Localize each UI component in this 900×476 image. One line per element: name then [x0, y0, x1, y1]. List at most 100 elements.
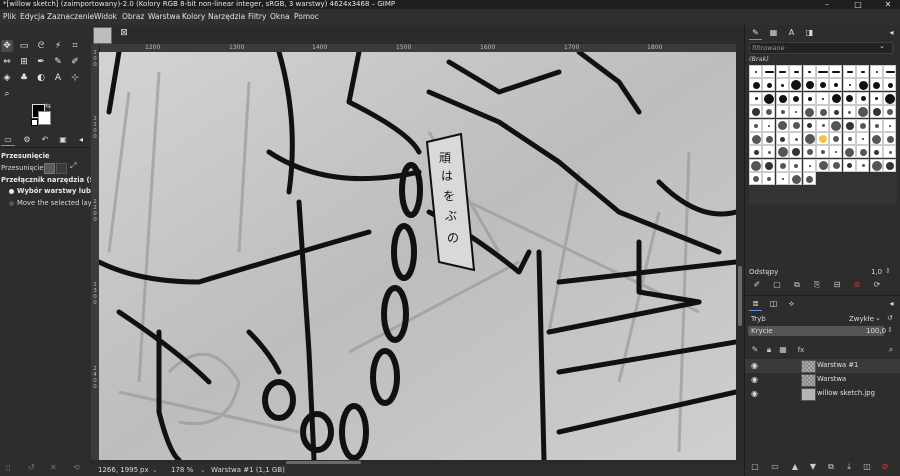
brush-item[interactable] [789, 78, 803, 92]
brush-item[interactable] [842, 118, 856, 132]
brush-item[interactable] [789, 91, 803, 105]
brush-item[interactable] [842, 91, 856, 105]
unit-select[interactable]: px [140, 464, 149, 476]
brush-item[interactable] [883, 105, 896, 119]
close-window-button[interactable]: ✕ [878, 0, 898, 9]
brush-item[interactable] [802, 91, 816, 105]
paths-icon[interactable]: ✒ [35, 56, 47, 68]
opacity-slider[interactable]: Krycie 100,0 [748, 326, 886, 336]
brush-item[interactable] [829, 65, 843, 78]
brush-item[interactable] [869, 91, 883, 105]
brush-item[interactable] [816, 91, 829, 105]
menu-warstwa[interactable]: Warstwa [148, 9, 180, 25]
brush-item[interactable] [749, 172, 762, 186]
brush-item[interactable] [775, 105, 789, 119]
new-layer-icon[interactable]: ▢ [749, 461, 761, 473]
brush-item[interactable] [762, 118, 776, 132]
dock-menu-icon[interactable]: ◂ [885, 26, 898, 39]
brush-item[interactable] [842, 132, 856, 145]
brush-item[interactable] [802, 78, 816, 92]
brush-item[interactable] [762, 132, 776, 145]
mode-reset-icon[interactable]: ↺ [887, 314, 893, 322]
transform-icon[interactable]: ⇔ [1, 56, 13, 68]
brush-item[interactable] [749, 65, 762, 78]
rect-select-icon[interactable]: ▭ [18, 40, 30, 52]
brush-item[interactable] [816, 158, 829, 172]
brush-item[interactable] [869, 118, 883, 132]
brush-item[interactable] [829, 145, 843, 159]
restore-preset-icon[interactable]: ↺ [28, 463, 35, 472]
brush-item[interactable] [789, 118, 803, 132]
crop-icon[interactable]: ⌗ [69, 40, 81, 52]
bucket-fill-icon[interactable]: ◈ [1, 72, 13, 84]
brush-item[interactable] [762, 145, 776, 159]
brush-filter-input[interactable]: filtrowane [749, 42, 893, 54]
spacing-value[interactable]: 1,0 [871, 268, 882, 276]
brush-item[interactable] [856, 105, 870, 119]
duplicate-brush-icon[interactable]: ⧉ [791, 279, 803, 291]
brush-item[interactable] [762, 78, 776, 92]
layer-row[interactable]: ◉ willow sketch.jpg [745, 387, 900, 401]
brush-item[interactable] [869, 78, 883, 92]
brush-item[interactable] [829, 105, 843, 119]
brush-item[interactable] [762, 172, 776, 186]
menu-okna[interactable]: Okna [270, 9, 290, 25]
brush-item[interactable] [856, 132, 870, 145]
delete-brush-icon[interactable]: ⊘ [851, 279, 863, 291]
zoom-select[interactable]: 178 % [171, 464, 193, 476]
brush-item[interactable] [856, 65, 870, 78]
brush-item[interactable] [829, 132, 843, 145]
brush-item[interactable] [802, 158, 816, 172]
brush-item[interactable] [775, 91, 789, 105]
lock-pixels-icon[interactable]: ✎ [749, 344, 761, 356]
lock-alpha-icon[interactable]: ▦ [777, 344, 789, 356]
layer-name[interactable]: willow sketch.jpg [817, 389, 875, 397]
radio-pick-layer[interactable] [9, 189, 14, 194]
brush-item[interactable] [789, 105, 803, 119]
edit-brush-icon[interactable]: ✐ [751, 279, 763, 291]
spacing-stepper-icon[interactable]: ⇕ [885, 267, 891, 275]
mode-select[interactable]: Zwykłe [849, 315, 874, 323]
brush-item[interactable] [856, 158, 870, 172]
brush-item[interactable] [829, 78, 843, 92]
tab-fonts-icon[interactable]: A [785, 26, 798, 39]
paintbrush-icon[interactable]: ✎ [52, 56, 64, 68]
minimize-button[interactable]: – [817, 0, 837, 9]
zoom-tool-icon[interactable]: ⌕ [1, 88, 13, 100]
brush-item[interactable] [869, 145, 883, 159]
layer-mask-icon[interactable]: ◫ [861, 461, 873, 473]
brush-item[interactable] [816, 145, 829, 159]
brush-item[interactable] [829, 91, 843, 105]
brush-item[interactable] [762, 91, 776, 105]
smudge-icon[interactable]: ♣ [18, 72, 30, 84]
swap-colors-icon[interactable]: ⇆ [45, 102, 51, 110]
vertical-scroll-thumb[interactable] [738, 266, 742, 326]
filter-dropdown-icon[interactable]: ⌄ [879, 42, 885, 50]
layer-search-icon[interactable]: ⌕ [885, 344, 897, 356]
menu-pomoc[interactable]: Pomoc [294, 9, 319, 25]
brush-item[interactable] [789, 145, 803, 159]
menu-kolory[interactable]: Kolory [182, 9, 205, 25]
dodge-icon[interactable]: ◐ [35, 72, 47, 84]
lock-position-icon[interactable]: 🔒︎ [763, 344, 775, 356]
vertical-scrollbar[interactable] [736, 44, 744, 460]
brush-item[interactable] [856, 91, 870, 105]
brush-item[interactable] [883, 78, 896, 92]
brush-item[interactable] [816, 118, 829, 132]
brush-item[interactable] [883, 118, 896, 132]
menu-edycja[interactable]: Edycja [20, 9, 45, 25]
image-canvas[interactable]: 頑は をぶ の [99, 52, 736, 460]
brush-item[interactable] [789, 132, 803, 145]
brush-item[interactable] [802, 132, 816, 145]
brush-item[interactable] [869, 65, 883, 78]
delete-layer-icon[interactable]: ⊘ [879, 461, 891, 473]
brush-item[interactable] [749, 105, 762, 119]
layer-name[interactable]: Warstwa [817, 375, 846, 383]
reset-options-icon[interactable]: ⟲ [73, 463, 80, 472]
brush-item[interactable] [883, 91, 896, 105]
brush-item[interactable] [842, 158, 856, 172]
brush-item[interactable] [762, 158, 776, 172]
brush-item[interactable] [816, 132, 829, 145]
layers-menu-icon[interactable]: ◂ [885, 297, 898, 310]
measure-icon[interactable]: ⊹ [69, 72, 81, 84]
